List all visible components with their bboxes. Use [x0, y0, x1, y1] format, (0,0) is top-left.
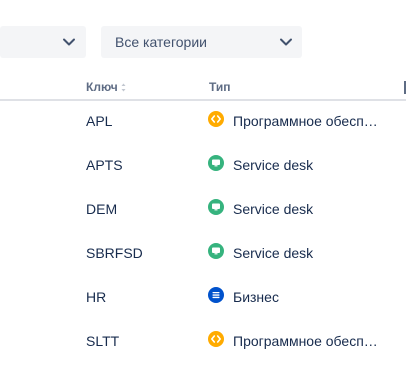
- software-icon: [208, 111, 224, 127]
- table-row[interactable]: DEM Service desk: [0, 187, 406, 231]
- table-row[interactable]: APTS Service desk: [0, 143, 406, 187]
- project-type: Service desk: [233, 201, 314, 217]
- column-header-type: Тип: [209, 80, 231, 94]
- projects-directory: Все категории Ключ Тип APL Программное об…: [0, 0, 406, 372]
- column-header-type-label: Тип: [209, 80, 231, 94]
- business-icon: [208, 287, 224, 303]
- software-icon: [208, 331, 224, 347]
- category-select[interactable]: Все категории: [101, 26, 302, 58]
- service-desk-icon: [208, 199, 224, 215]
- project-key: SLTT: [86, 333, 120, 349]
- project-key: APL: [86, 113, 113, 129]
- sort-icon: [121, 83, 126, 92]
- service-desk-icon: [208, 243, 224, 259]
- table-row[interactable]: HR Бизнес: [0, 275, 406, 319]
- project-key: DEM: [86, 201, 118, 217]
- project-type: Service desk: [233, 157, 314, 173]
- column-header-key-label: Ключ: [86, 80, 118, 94]
- chevron-down-icon: [63, 38, 75, 46]
- filter-select[interactable]: [0, 26, 86, 58]
- project-type: Бизнес: [233, 289, 279, 305]
- column-header-key[interactable]: Ключ: [86, 80, 126, 94]
- table-row[interactable]: SLTT Программное обеспечение: [0, 319, 406, 363]
- table-row[interactable]: APL Программное обеспечение: [0, 99, 406, 143]
- service-desk-icon: [208, 155, 224, 171]
- project-key: HR: [86, 289, 107, 305]
- category-select-value: Все категории: [115, 34, 207, 50]
- table-row[interactable]: SBRFSD Service desk: [0, 231, 406, 275]
- project-key: APTS: [86, 157, 123, 173]
- chevron-down-icon: [280, 38, 292, 46]
- project-key: SBRFSD: [86, 245, 143, 261]
- project-type: Service desk: [233, 245, 314, 261]
- project-type: Программное обеспечение: [233, 113, 385, 129]
- project-type: Программное обеспечение: [233, 333, 385, 349]
